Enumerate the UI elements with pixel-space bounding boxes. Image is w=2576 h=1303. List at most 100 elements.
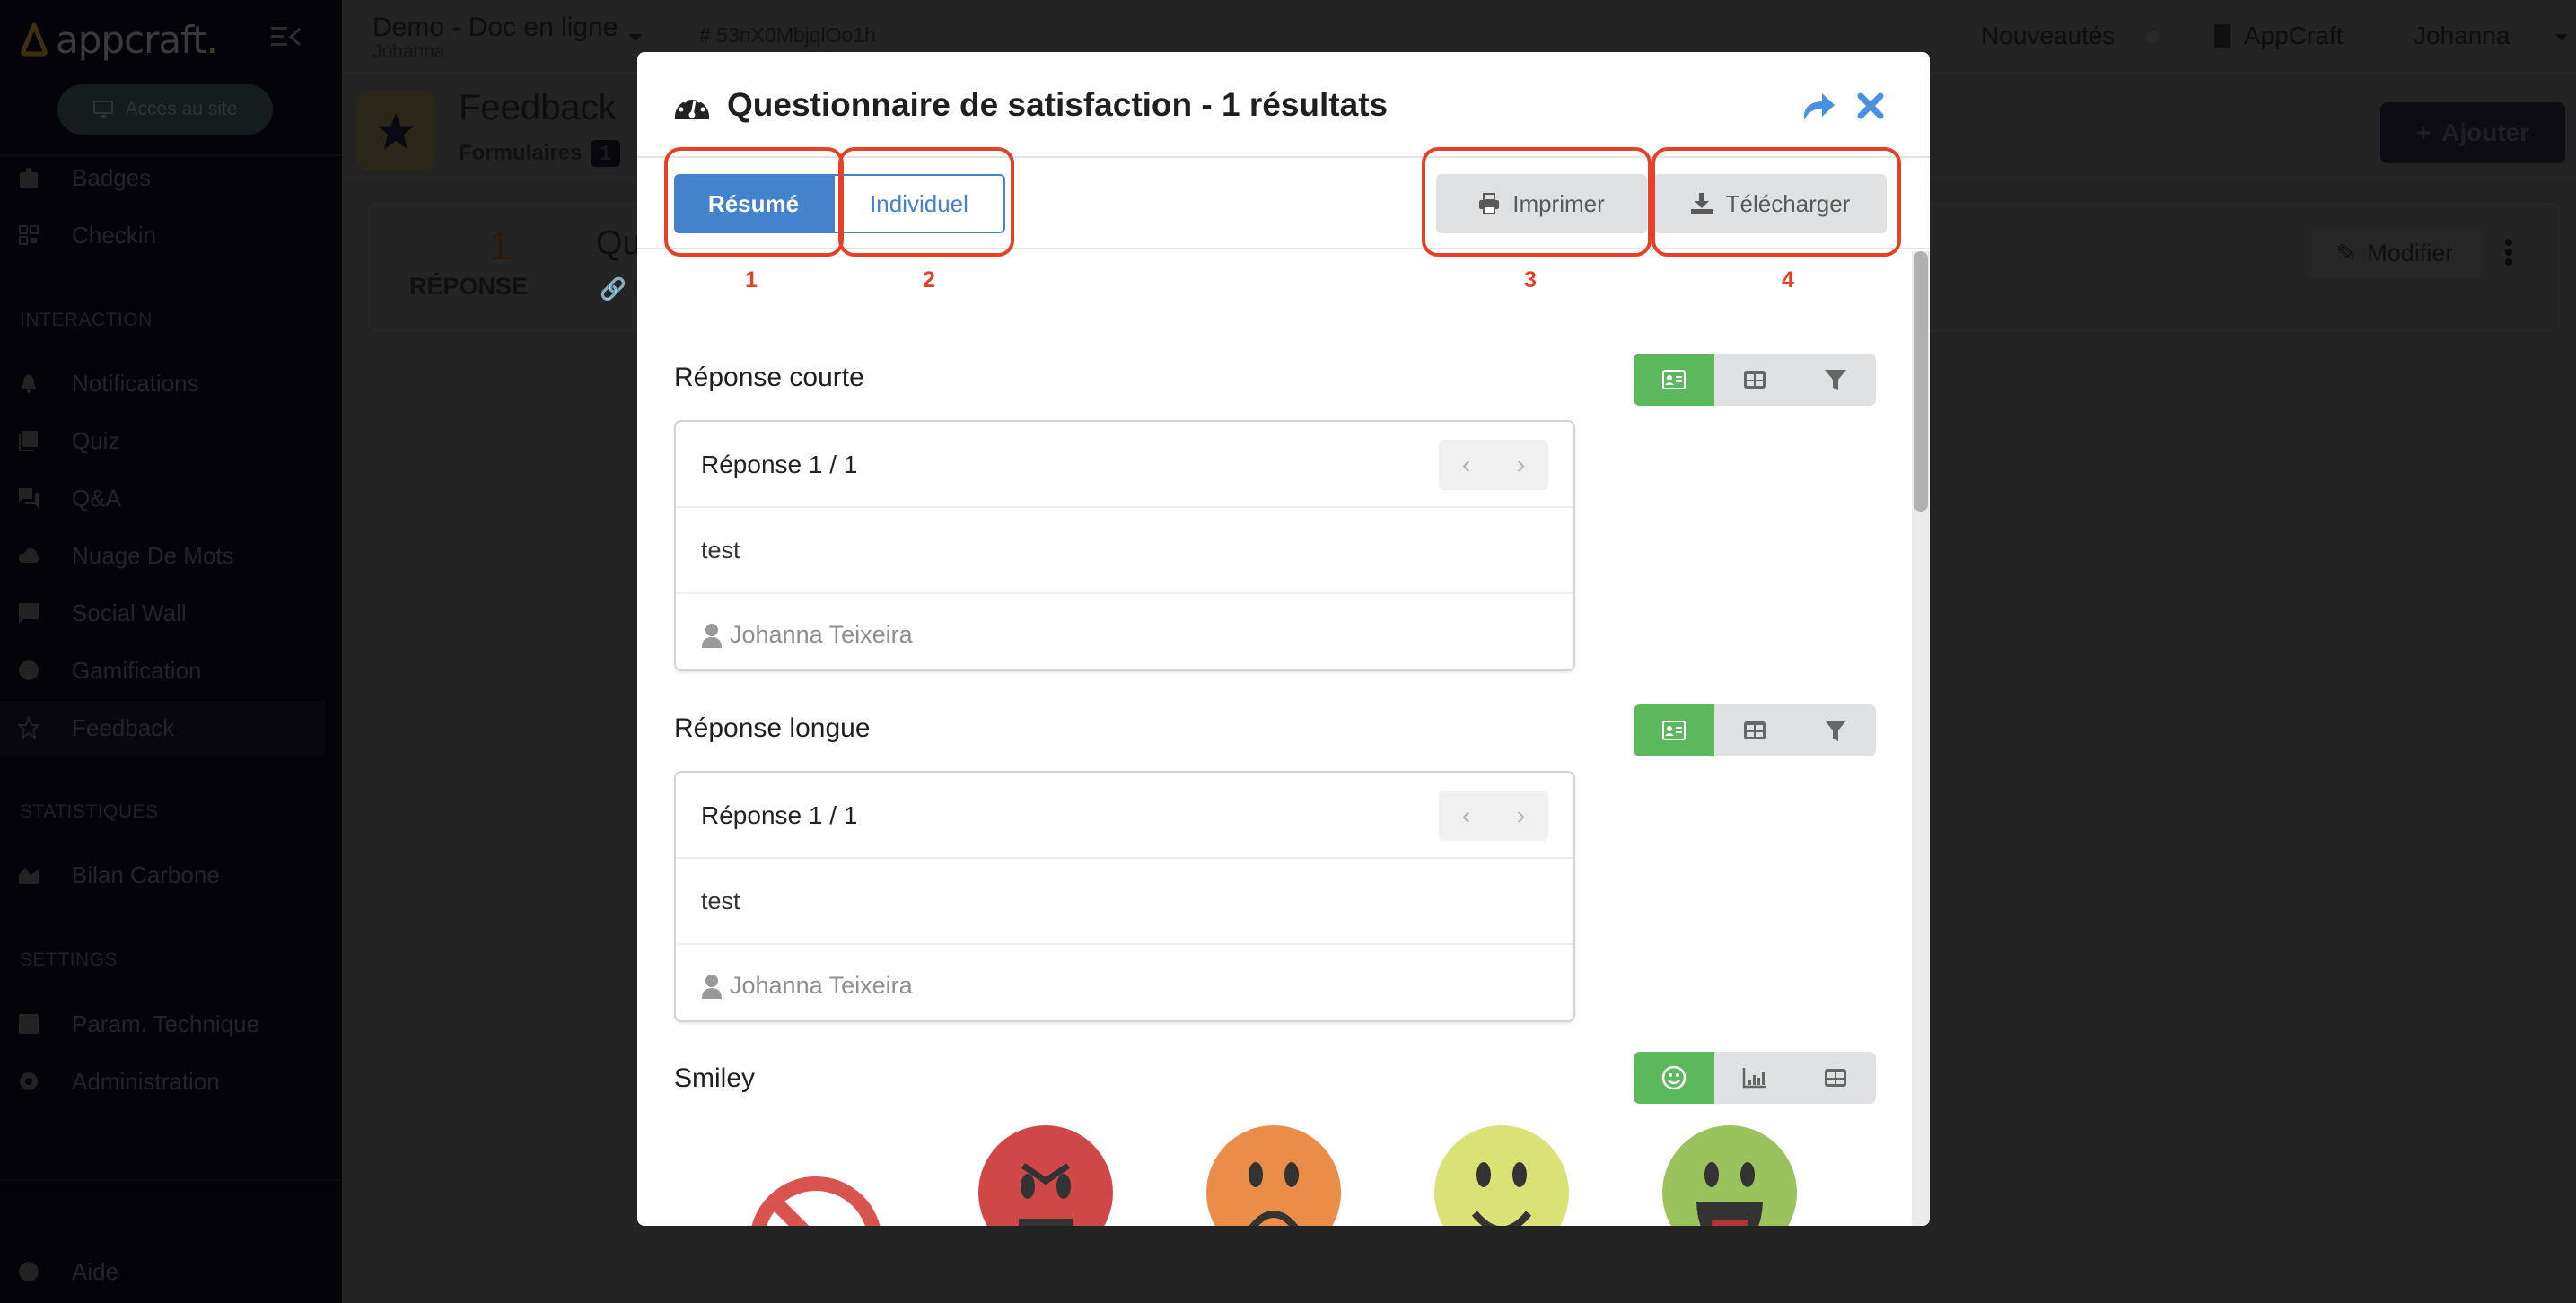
share-icon[interactable] bbox=[1801, 90, 1836, 122]
cog-icon bbox=[20, 1072, 38, 1090]
chart-mountain-icon bbox=[19, 868, 39, 884]
sidebar-item-gamification[interactable]: Gamification bbox=[0, 643, 325, 697]
id-card-icon bbox=[1662, 721, 1686, 740]
table-view-button[interactable] bbox=[1795, 1052, 1876, 1104]
add-button[interactable]: + Ajouter bbox=[2380, 102, 2565, 163]
scrollbar-thumb[interactable] bbox=[1914, 251, 1928, 512]
sidebar-item-label: Aide bbox=[72, 1257, 119, 1285]
smiley-happy bbox=[1434, 1125, 1569, 1226]
more-options-icon[interactable] bbox=[2504, 239, 2513, 266]
author-name: Johanna Teixeira bbox=[730, 621, 913, 648]
question-title: Smiley bbox=[674, 1063, 756, 1093]
form-title[interactable]: Qu bbox=[596, 224, 642, 263]
response-card-header: Réponse 1 / 1 ‹ › bbox=[676, 422, 1573, 508]
help-icon bbox=[19, 1262, 39, 1281]
very-happy-face-icon bbox=[1662, 1125, 1797, 1226]
sidebar-item-param-technique[interactable]: Param. Technique bbox=[0, 997, 325, 1051]
project-name[interactable]: Demo - Doc en ligne bbox=[372, 13, 618, 43]
badge-icon bbox=[20, 168, 38, 188]
access-site-label: Accès au site bbox=[125, 99, 238, 119]
filter-button[interactable] bbox=[1795, 354, 1876, 406]
bar-chart-view-button[interactable] bbox=[1714, 1052, 1795, 1104]
bar-chart-icon bbox=[1742, 1068, 1766, 1089]
author-name: Johanna Teixeira bbox=[730, 972, 913, 999]
next-response-icon[interactable]: › bbox=[1494, 440, 1548, 490]
response-answer: test bbox=[701, 888, 740, 914]
card-view-button[interactable] bbox=[1634, 704, 1714, 756]
sidebar-item-label: Bilan Carbone bbox=[72, 861, 220, 888]
sidebar-item-label: Param. Technique bbox=[72, 1010, 260, 1037]
modal-header: Questionnaire de satisfaction - 1 résult… bbox=[637, 52, 1930, 158]
sidebar-item-label: Nuage De Mots bbox=[72, 541, 234, 569]
forms-count-badge: 1 bbox=[591, 140, 620, 167]
response-count-label: RÉPONSE bbox=[409, 273, 529, 300]
download-icon bbox=[1690, 193, 1713, 214]
response-card: Réponse 1 / 1 ‹ › test Johanna Teixeira bbox=[674, 771, 1575, 1022]
link-icon: 🔗 bbox=[600, 277, 626, 302]
modal-toolbar: Résumé Individuel Imprimer Télécharger bbox=[637, 160, 1930, 249]
sidebar-item-feedback[interactable]: Feedback bbox=[0, 701, 325, 755]
project-user: Johanna bbox=[372, 41, 445, 62]
card-view-button[interactable] bbox=[1634, 354, 1714, 406]
logo-dot: . bbox=[206, 17, 218, 62]
sidebar-section-title: STATISTIQUES bbox=[20, 801, 159, 822]
collapse-sidebar-icon[interactable] bbox=[269, 23, 305, 50]
modal-scrollbar[interactable] bbox=[1912, 251, 1930, 1226]
form-link[interactable]: 🔗 l bbox=[600, 276, 637, 302]
sidebar-item-social-wall[interactable]: Social Wall bbox=[0, 586, 325, 640]
table-view-button[interactable] bbox=[1714, 354, 1795, 406]
user-dropdown-caret-icon[interactable] bbox=[2555, 34, 2568, 41]
user-menu[interactable]: Johanna bbox=[2414, 22, 2510, 50]
organization-link[interactable]: AppCraft bbox=[2213, 22, 2344, 50]
sidebar-item-badges[interactable]: Badges bbox=[0, 151, 325, 205]
sidebar-item-administration[interactable]: Administration bbox=[0, 1054, 325, 1108]
pencil-icon: ✎ bbox=[2335, 239, 2357, 267]
angry-face-icon bbox=[978, 1125, 1113, 1226]
download-label: Télécharger bbox=[1725, 189, 1851, 217]
access-site-button[interactable]: Accès au site bbox=[57, 84, 273, 135]
sidebar-item-nuage-de-mots[interactable]: Nuage De Mots bbox=[0, 529, 325, 582]
print-label: Imprimer bbox=[1512, 189, 1605, 217]
download-button[interactable]: Télécharger bbox=[1653, 174, 1887, 233]
next-response-icon[interactable]: › bbox=[1494, 791, 1548, 841]
sidebar-item-notifications[interactable]: Notifications bbox=[0, 356, 325, 410]
id-card-icon bbox=[1662, 370, 1686, 389]
response-body: test bbox=[676, 508, 1573, 594]
tab-summary[interactable]: Résumé bbox=[674, 174, 833, 233]
page-subtitle: Formulaires 1 bbox=[459, 140, 620, 167]
smiley-angry bbox=[978, 1125, 1113, 1226]
star-circle-icon bbox=[19, 660, 39, 680]
happy-face-icon bbox=[1434, 1125, 1569, 1226]
modal-title: Questionnaire de satisfaction - 1 résult… bbox=[727, 86, 1389, 123]
page-title: Feedback bbox=[459, 88, 617, 127]
close-icon[interactable] bbox=[1856, 92, 1885, 120]
sidebar-item-quiz[interactable]: Quiz bbox=[0, 414, 325, 468]
modify-button-label: Modifier bbox=[2367, 239, 2454, 267]
tab-individual[interactable]: Individuel bbox=[833, 174, 1005, 233]
view-switcher bbox=[1634, 704, 1876, 756]
response-answer: test bbox=[701, 537, 740, 564]
monitor-icon bbox=[92, 101, 113, 118]
modify-button[interactable]: ✎ Modifier bbox=[2305, 228, 2484, 278]
cog-box-icon bbox=[19, 1014, 39, 1034]
previous-response-icon[interactable]: ‹ bbox=[1439, 440, 1494, 490]
filter-button[interactable] bbox=[1795, 704, 1876, 756]
news-link[interactable]: Nouveautés bbox=[1981, 22, 2115, 50]
sidebar-item-aide[interactable]: Aide bbox=[0, 1245, 325, 1299]
appcraft-logo[interactable]: appcraft. bbox=[20, 13, 218, 66]
response-pager: ‹ › bbox=[1439, 440, 1548, 490]
sidebar-footer-divider bbox=[0, 1179, 342, 1181]
project-dropdown-caret-icon[interactable] bbox=[629, 34, 642, 41]
image-chat-icon bbox=[19, 603, 39, 624]
no-answer-icon bbox=[751, 1176, 881, 1226]
response-card: Réponse 1 / 1 ‹ › test Johanna Teixeira bbox=[674, 420, 1575, 671]
sidebar-item-label: Badges bbox=[72, 163, 152, 191]
sidebar-item-qa[interactable]: Q&A bbox=[0, 471, 325, 525]
previous-response-icon[interactable]: ‹ bbox=[1439, 791, 1494, 841]
table-view-button[interactable] bbox=[1714, 704, 1795, 756]
sidebar-item-bilan-carbone[interactable]: Bilan Carbone bbox=[0, 848, 325, 902]
annotation-number: 1 bbox=[745, 267, 758, 293]
smiley-view-button[interactable] bbox=[1634, 1052, 1714, 1104]
sidebar-item-checkin[interactable]: Checkin bbox=[0, 208, 325, 262]
print-button[interactable]: Imprimer bbox=[1436, 174, 1647, 233]
